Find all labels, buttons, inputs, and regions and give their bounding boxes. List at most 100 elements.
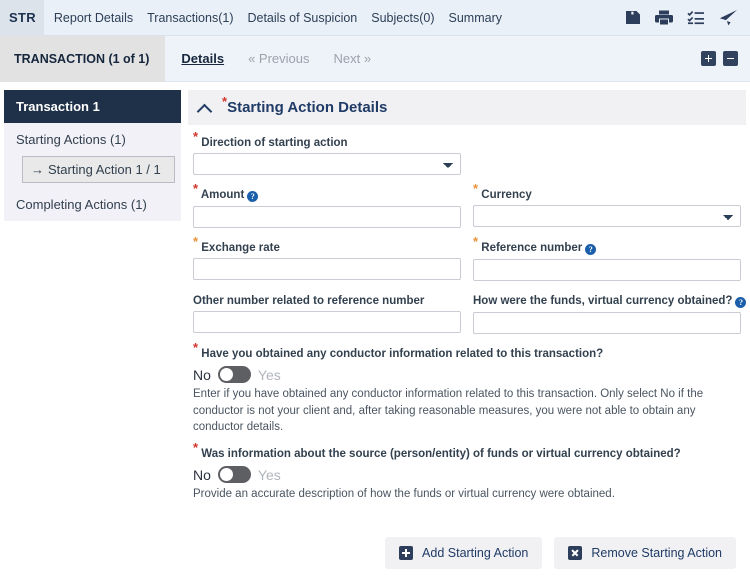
label-reference-number: * Reference number? bbox=[473, 235, 741, 255]
send-icon[interactable] bbox=[719, 9, 738, 26]
form-row-exchange-reference: * Exchange rate * Reference number? bbox=[193, 235, 741, 281]
page-body: Transaction 1 Starting Actions (1) → Sta… bbox=[0, 82, 750, 583]
top-action-icons bbox=[624, 9, 750, 26]
label-currency: * Currency bbox=[473, 182, 741, 201]
label-direction: * Direction of starting action bbox=[193, 130, 461, 149]
expand-collapse-controls bbox=[701, 51, 750, 66]
exchange-rate-input[interactable] bbox=[193, 258, 461, 280]
transaction-toolbar: TRANSACTION (1 of 1) Details « Previous … bbox=[0, 35, 750, 82]
label-other-number: Other number related to reference number bbox=[193, 295, 425, 307]
funds-obtained-input[interactable] bbox=[473, 312, 741, 334]
help-icon[interactable]: ? bbox=[247, 191, 259, 202]
direction-select[interactable] bbox=[193, 153, 461, 175]
required-asterisk: * bbox=[193, 340, 199, 356]
sidebar-item-starting-actions[interactable]: Starting Actions (1) bbox=[4, 123, 181, 156]
required-asterisk: * bbox=[473, 234, 479, 250]
toggle-help-source: Provide an accurate description of how t… bbox=[193, 488, 615, 501]
transaction-counter: TRANSACTION (1 of 1) bbox=[0, 35, 166, 82]
label-direction-text: Direction of starting action bbox=[201, 137, 348, 149]
next-button[interactable]: Next » bbox=[333, 51, 371, 66]
checklist-icon[interactable] bbox=[687, 9, 705, 26]
add-starting-action-button[interactable]: Add Starting Action bbox=[385, 537, 543, 569]
field-group-exchange-rate: * Exchange rate bbox=[193, 235, 461, 281]
required-asterisk: * bbox=[473, 181, 479, 197]
currency-select[interactable] bbox=[473, 205, 741, 227]
main-content: *Starting Action Details * Direction of … bbox=[183, 82, 750, 583]
transaction-sub-nav: Details « Previous Next » bbox=[165, 51, 701, 66]
nav-item-report-details[interactable]: Report Details bbox=[54, 11, 133, 25]
remove-starting-action-button[interactable]: Remove Starting Action bbox=[554, 537, 736, 569]
plus-icon bbox=[399, 546, 414, 560]
nav-item-transactions[interactable]: Transactions(1) bbox=[147, 11, 233, 25]
add-starting-action-label: Add Starting Action bbox=[422, 546, 529, 560]
help-icon[interactable]: ? bbox=[735, 297, 747, 308]
form-area: * Direction of starting action * Amount?… bbox=[183, 125, 750, 531]
label-exchange-rate: * Exchange rate bbox=[193, 235, 461, 254]
sidebar-item-label: Starting Action 1 / 1 bbox=[48, 162, 161, 177]
required-asterisk: * bbox=[193, 181, 199, 197]
previous-button[interactable]: « Previous bbox=[248, 51, 309, 66]
sidebar: Transaction 1 Starting Actions (1) → Sta… bbox=[0, 82, 183, 583]
amount-input[interactable] bbox=[193, 206, 461, 228]
label-currency-text: Currency bbox=[481, 189, 532, 201]
chevron-up-icon[interactable] bbox=[198, 103, 212, 112]
sidebar-item-completing-actions[interactable]: Completing Actions (1) bbox=[4, 188, 181, 221]
label-exchange-rate-text: Exchange rate bbox=[201, 242, 280, 254]
remove-starting-action-label: Remove Starting Action bbox=[591, 546, 722, 560]
label-reference-number-text: Reference number bbox=[481, 242, 583, 254]
sidebar-header-transaction-1: Transaction 1 bbox=[4, 90, 181, 123]
nav-item-details-of-suspicion[interactable]: Details of Suspicion bbox=[247, 11, 357, 25]
toggle-off-label: No bbox=[193, 466, 211, 483]
toggle-on-label: Yes bbox=[257, 466, 281, 483]
nav-item-summary[interactable]: Summary bbox=[449, 11, 502, 25]
top-nav-links: Report Details Transactions(1) Details o… bbox=[44, 11, 624, 25]
page-title: *Starting Action Details bbox=[222, 95, 388, 116]
reference-number-input[interactable] bbox=[473, 259, 741, 281]
arrow-right-icon: → bbox=[31, 162, 44, 177]
toggle-block-conductor-info: * Have you obtained any conductor inform… bbox=[193, 341, 736, 436]
conductor-info-toggle[interactable] bbox=[217, 366, 251, 383]
toggle-off-label: No bbox=[193, 366, 211, 383]
field-group-currency: * Currency bbox=[473, 182, 741, 228]
toggle-row-conductor: No Yes bbox=[193, 366, 736, 383]
top-navigation-bar: STR Report Details Transactions(1) Detai… bbox=[0, 0, 750, 36]
field-group-funds-obtained: How were the funds, virtual currency obt… bbox=[473, 295, 747, 334]
form-row-direction: * Direction of starting action bbox=[193, 130, 736, 175]
sidebar-item-starting-action-1[interactable]: → Starting Action 1 / 1 bbox=[22, 156, 175, 183]
cross-icon bbox=[568, 546, 583, 560]
nav-item-subjects[interactable]: Subjects(0) bbox=[371, 11, 434, 25]
required-asterisk: * bbox=[193, 440, 199, 456]
field-group-direction: * Direction of starting action bbox=[193, 130, 461, 175]
field-group-amount: * Amount? bbox=[193, 182, 461, 228]
label-funds-obtained: How were the funds, virtual currency obt… bbox=[473, 295, 747, 308]
source-of-funds-toggle[interactable] bbox=[217, 466, 251, 484]
panel-header[interactable]: *Starting Action Details bbox=[188, 90, 746, 125]
other-number-input[interactable] bbox=[193, 311, 461, 333]
app-logo: STR bbox=[0, 0, 44, 36]
toggle-question-source-text: Was information about the source (person… bbox=[201, 448, 681, 461]
toggle-question-source: * Was information about the source (pers… bbox=[193, 441, 736, 461]
required-asterisk: * bbox=[193, 234, 199, 250]
label-amount: * Amount? bbox=[193, 182, 461, 202]
save-icon[interactable] bbox=[624, 9, 641, 26]
toggle-row-source: No Yes bbox=[193, 466, 736, 484]
toggle-question-conductor-text: Have you obtained any conductor informat… bbox=[201, 348, 604, 360]
field-group-other-number: Other number related to reference number bbox=[193, 295, 461, 334]
form-row-other-funds: Other number related to reference number… bbox=[193, 295, 747, 334]
label-funds-obtained-text: How were the funds, virtual currency obt… bbox=[473, 295, 733, 307]
toggle-on-label: Yes bbox=[257, 366, 281, 383]
print-icon[interactable] bbox=[655, 9, 673, 26]
field-group-reference-number: * Reference number? bbox=[473, 235, 741, 281]
expand-all-button[interactable] bbox=[701, 51, 716, 66]
panel-title-text: Starting Action Details bbox=[227, 99, 388, 116]
toggle-block-source-of-funds: * Was information about the source (pers… bbox=[193, 441, 736, 503]
tab-details[interactable]: Details bbox=[181, 51, 224, 66]
action-buttons: Add Starting Action Remove Starting Acti… bbox=[183, 531, 750, 583]
form-row-amount-currency: * Amount? * Currency bbox=[193, 182, 741, 228]
label-amount-text: Amount bbox=[200, 189, 245, 201]
help-icon[interactable]: ? bbox=[585, 244, 597, 255]
required-asterisk: * bbox=[193, 129, 199, 145]
collapse-all-button[interactable] bbox=[723, 51, 738, 66]
spacer-cell bbox=[473, 137, 741, 175]
sidebar-subitem-wrap: → Starting Action 1 / 1 bbox=[4, 156, 181, 188]
